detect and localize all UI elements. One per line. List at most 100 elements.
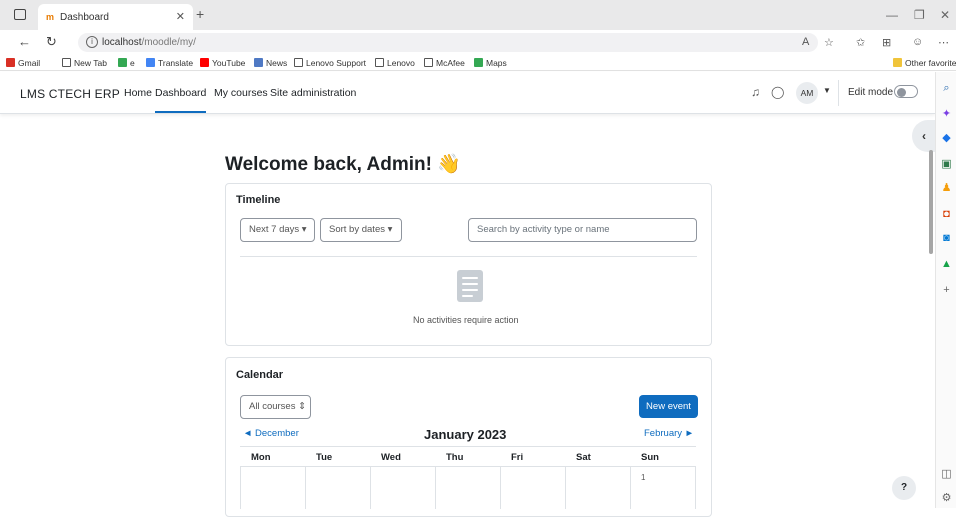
calendar-col-line [500,466,501,509]
copilot-icon[interactable]: ✦ [940,108,953,121]
toggle-knob [897,87,906,97]
weekday-wed: Wed [381,452,401,463]
moodle-icon: m [46,12,55,22]
weekday-thu: Thu [446,452,464,463]
browser-tab-dashboard[interactable]: m Dashboard ✕ [38,4,193,30]
bookmark-new-tab[interactable]: New Tab [62,58,107,68]
calendar-grid: Mon Tue Wed Thu Fri Sat Sun 1 [240,446,696,509]
edit-mode-label: Edit mode [848,87,894,98]
weekday-sun: Sun [641,452,659,463]
minimize-icon[interactable]: — [886,8,898,22]
calendar-header-line [240,466,696,467]
nav-home[interactable]: Home [124,87,152,99]
edge-sidebar: ⌕ ✦ ◆ ▣ ♟ ◘ ◙ ▲ + ◫ ⚙ [935,72,956,508]
nav-site-administration[interactable]: Site administration [270,87,356,99]
gmail-icon [6,58,15,67]
empty-list-icon [457,270,483,302]
bookmark-maps[interactable]: Maps [474,58,507,68]
search-icon[interactable]: ⌕ [940,82,953,95]
bookmark-lenovo[interactable]: Lenovo [375,58,415,68]
bookmark-youtube[interactable]: YouTube [200,58,245,68]
bookmark-lenovo-support[interactable]: Lenovo Support [294,58,366,68]
url-path: /moodle/my/ [141,37,196,48]
timeline-sort-select[interactable]: Sort by dates ▾ [320,218,402,242]
next-month-link[interactable]: February ► [644,428,694,439]
timeline-empty-message: No activities require action [413,315,519,325]
youtube-icon [200,58,209,67]
browser-tab-bar: m Dashboard ✕ + — ❐ ✕ [0,0,956,30]
calendar-col-line [695,466,696,509]
bookmarks-bar: Gmail New Tab e Translate YouTube News L… [0,55,956,71]
calendar-col-line [565,466,566,509]
weekday-mon: Mon [251,452,271,463]
edit-mode-toggle[interactable] [894,85,918,98]
calendar-col-line [370,466,371,509]
page-scrollbar[interactable] [929,150,933,254]
calendar-col-line [240,466,241,509]
more-icon[interactable]: ⋯ [938,36,949,49]
url-host: localhost [102,37,142,48]
favorites-icon[interactable]: ✩ [856,36,865,49]
shopping-icon[interactable]: ◆ [940,132,953,145]
calendar-month: January 2023 [424,427,507,442]
info-icon[interactable]: i [86,36,98,48]
outlook-icon[interactable]: ◙ [940,232,953,245]
office-icon[interactable]: ◘ [940,208,953,221]
games-icon[interactable]: ♟ [940,182,953,195]
bookmark-gmail[interactable]: Gmail [6,58,40,68]
refresh-icon[interactable]: ↻ [46,34,57,50]
collections-icon[interactable]: ⊞ [882,36,891,49]
bookmark-translate[interactable]: Translate [146,58,193,68]
add-icon[interactable]: + [940,284,953,297]
avatar[interactable]: AM [796,82,818,104]
weekday-fri: Fri [511,452,524,463]
timeline-divider [240,256,697,257]
calendar-col-line [435,466,436,509]
new-tab-icon[interactable]: + [196,6,204,22]
prev-month-link[interactable]: ◄ December [243,428,299,439]
back-icon[interactable]: ← [18,34,31,49]
page-icon [375,58,384,67]
profile-icon[interactable]: ☺ [912,36,923,48]
url-field[interactable]: i localhost/moodle/my/ A [78,33,818,52]
timeline-day-filter[interactable]: Next 7 days ▾ [240,218,315,242]
messages-icon[interactable]: ◯ [771,85,784,99]
restore-icon[interactable]: ❐ [914,8,925,22]
translate-icon [146,58,155,67]
close-tab-icon[interactable]: ✕ [176,10,185,23]
drive-icon [118,58,127,67]
bookmark-mcafee[interactable]: McAfee [424,58,465,68]
tools-icon[interactable]: ▣ [940,158,953,171]
news-icon [254,58,263,67]
nav-my-courses[interactable]: My courses [214,87,268,99]
add-favorite-icon[interactable]: ☆ [824,36,834,49]
other-favorites[interactable]: Other favorites [893,58,956,68]
chevron-down-icon[interactable]: ▼ [823,86,831,95]
calendar-col-line [305,466,306,509]
close-window-icon[interactable]: ✕ [940,8,950,22]
open-drawer-button[interactable]: ‹ [912,120,936,152]
read-aloud-icon[interactable]: A [802,36,809,48]
site-brand[interactable]: LMS CTECH ERP [20,87,120,101]
settings-icon[interactable]: ⚙ [940,492,953,505]
page-icon [62,58,71,67]
nav-dashboard[interactable]: Dashboard [155,87,207,113]
folder-icon [893,58,902,67]
navbar-divider [838,80,839,106]
weekday-tue: Tue [316,452,333,463]
tab-actions-icon[interactable] [14,9,26,20]
new-event-button[interactable]: New event [639,395,698,418]
timeline-title: Timeline [236,194,281,206]
tree-icon[interactable]: ▲ [940,258,953,271]
calendar-day-1[interactable]: 1 [641,473,645,482]
sidebar-layout-icon[interactable]: ◫ [940,468,953,481]
bookmark-e[interactable]: e [118,58,135,68]
page-icon [424,58,433,67]
calendar-course-filter[interactable]: All courses ⇕ [240,395,311,419]
notifications-icon[interactable]: ♫ [751,85,760,99]
weekday-sat: Sat [576,452,591,463]
bookmark-news[interactable]: News [254,58,287,68]
help-button[interactable]: ? [892,476,916,500]
timeline-search-input[interactable]: Search by activity type or name [468,218,697,242]
address-bar-row: ← ↻ i localhost/moodle/my/ A ☆ ✩ ⊞ ☺ ⋯ [0,30,956,55]
